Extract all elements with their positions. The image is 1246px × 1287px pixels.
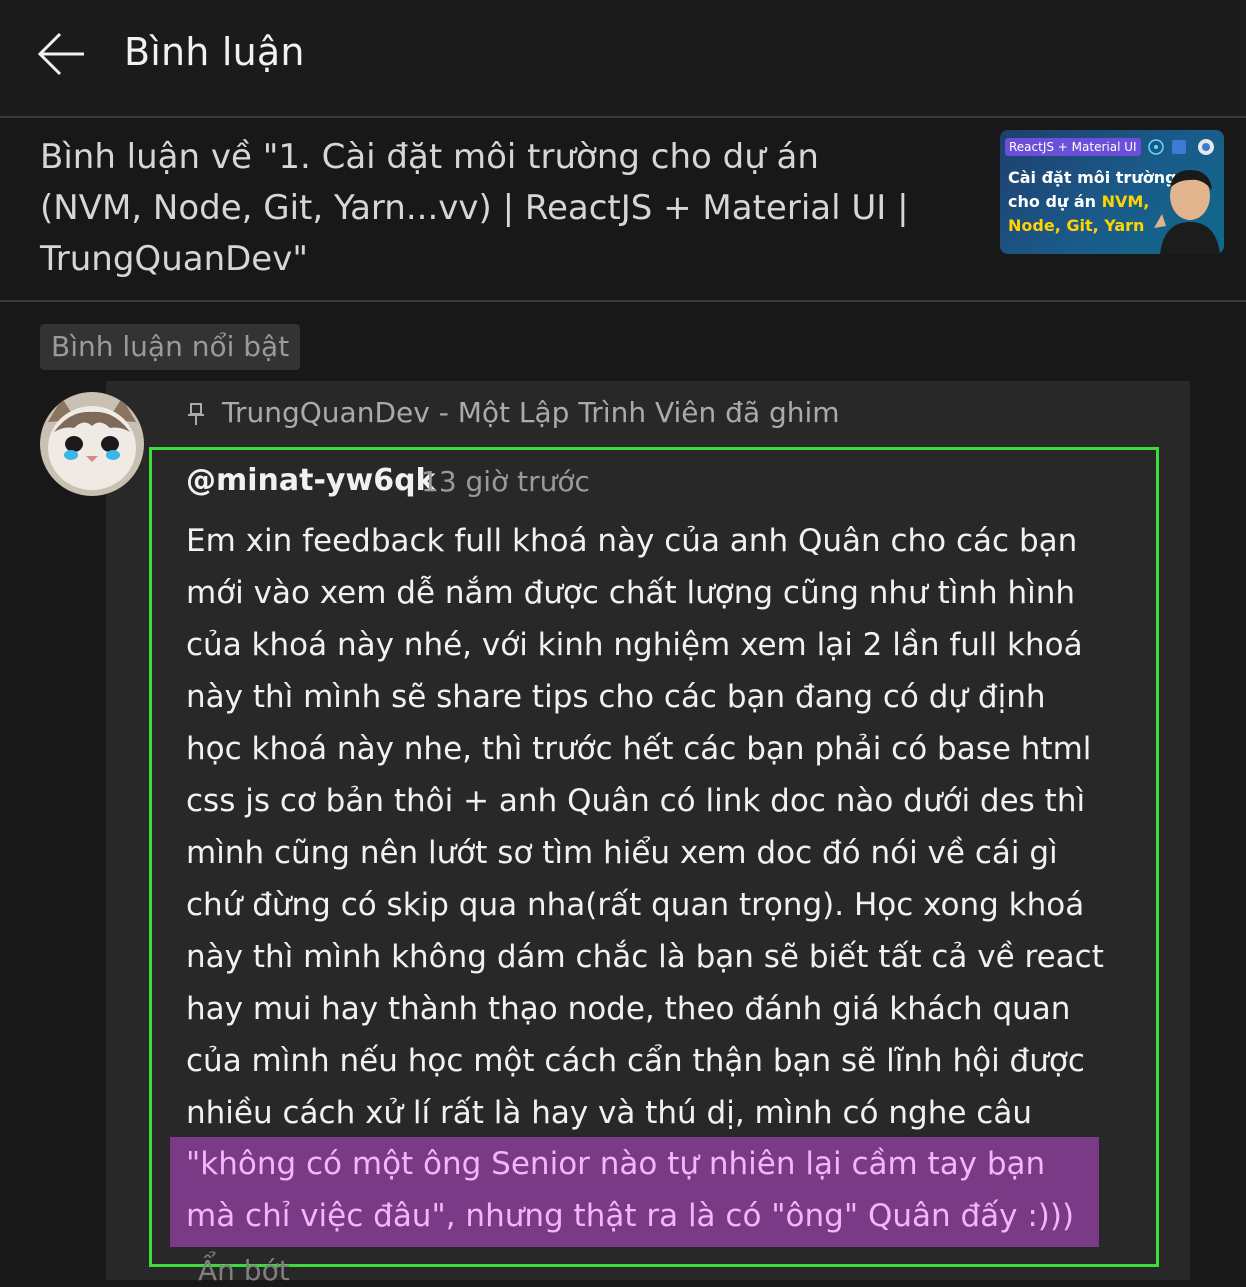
comment-highlight-frame xyxy=(149,447,1159,1267)
pinned-label: TrungQuanDev - Một Lập Trình Viên đã ghi… xyxy=(222,396,840,429)
top-bar: Bình luận xyxy=(0,0,1246,118)
video-thumbnail[interactable]: ReactJS + Material UI Cài đặt môi trường… xyxy=(1000,130,1224,254)
thumbnail-line-3: Node, Git, Yarn xyxy=(1008,216,1145,235)
arrow-left-icon[interactable] xyxy=(36,30,88,78)
thumbnail-badge: ReactJS + Material UI xyxy=(1005,138,1141,156)
thumbnail-line-2: cho dự án NVM, xyxy=(1008,192,1150,211)
tech-logos-icon xyxy=(1148,139,1214,155)
presenter-image xyxy=(1154,170,1220,254)
page-title: Bình luận xyxy=(124,30,305,74)
cat-avatar-icon xyxy=(40,392,144,496)
avatar[interactable] xyxy=(40,392,144,496)
video-info: Bình luận về "1. Cài đặt môi trường cho … xyxy=(0,118,1246,302)
video-title: Bình luận về "1. Cài đặt môi trường cho … xyxy=(40,137,909,279)
top-comments-chip[interactable]: Bình luận nổi bật xyxy=(40,324,301,370)
pin-icon xyxy=(188,403,204,425)
read-less-button[interactable]: Ẩn bớt xyxy=(198,1254,290,1287)
